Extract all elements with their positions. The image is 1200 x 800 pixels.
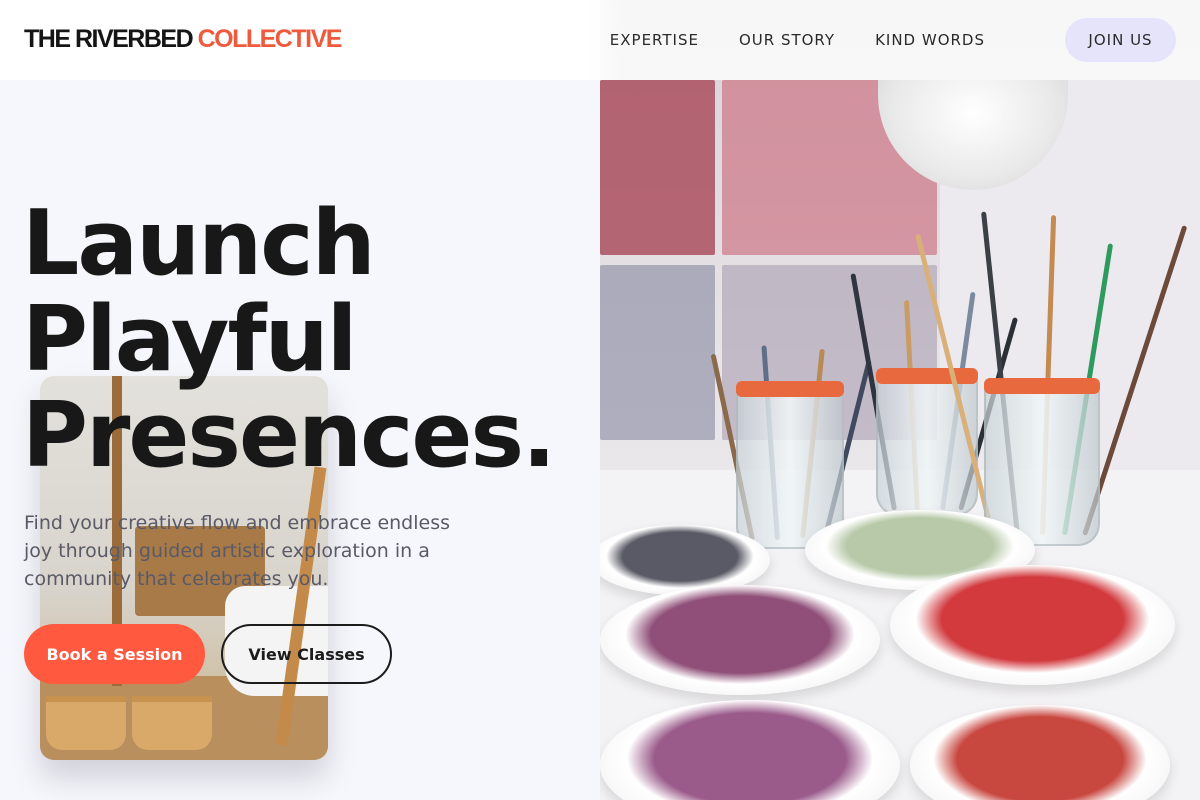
headline-line: Launch xyxy=(22,191,376,296)
brand-logo[interactable]: THE RIVERBED COLLECTIVE xyxy=(24,25,343,54)
join-us-button[interactable]: JOIN US xyxy=(1065,18,1176,62)
headline-line: Presences. xyxy=(22,383,556,488)
brush-jar xyxy=(736,381,844,549)
view-classes-button[interactable]: View Classes xyxy=(221,624,392,684)
paint-basket xyxy=(132,696,212,750)
book-session-button[interactable]: Book a Session xyxy=(24,624,205,684)
paint-bowl xyxy=(890,565,1175,685)
wall-tile xyxy=(600,265,715,440)
main-nav: EXPERTISE OUR STORY KIND WORDS xyxy=(610,31,1025,49)
brush-jar xyxy=(876,368,978,516)
hero-subtext: Find your creative flow and embrace endl… xyxy=(24,512,451,590)
paint-bowl xyxy=(600,585,880,695)
headline-line: Playful xyxy=(22,287,358,392)
hero-headline: Launch Playful Presences. xyxy=(22,191,556,488)
brand-name-primary: THE RIVERBED xyxy=(24,25,194,53)
nav-link-expertise[interactable]: EXPERTISE xyxy=(610,31,699,49)
site-header: THE RIVERBED COLLECTIVE EXPERTISE OUR ST… xyxy=(0,0,1200,80)
nav-link-our-story[interactable]: OUR STORY xyxy=(739,31,835,49)
wall-tile xyxy=(600,80,715,255)
nav-link-kind-words[interactable]: KIND WORDS xyxy=(875,31,985,49)
landing-page: THE RIVERBED COLLECTIVE EXPERTISE OUR ST… xyxy=(0,0,1200,800)
brand-name-accent: COLLECTIVE xyxy=(197,25,343,53)
art-supplies-photo xyxy=(600,0,1200,800)
paint-basket xyxy=(46,696,126,750)
